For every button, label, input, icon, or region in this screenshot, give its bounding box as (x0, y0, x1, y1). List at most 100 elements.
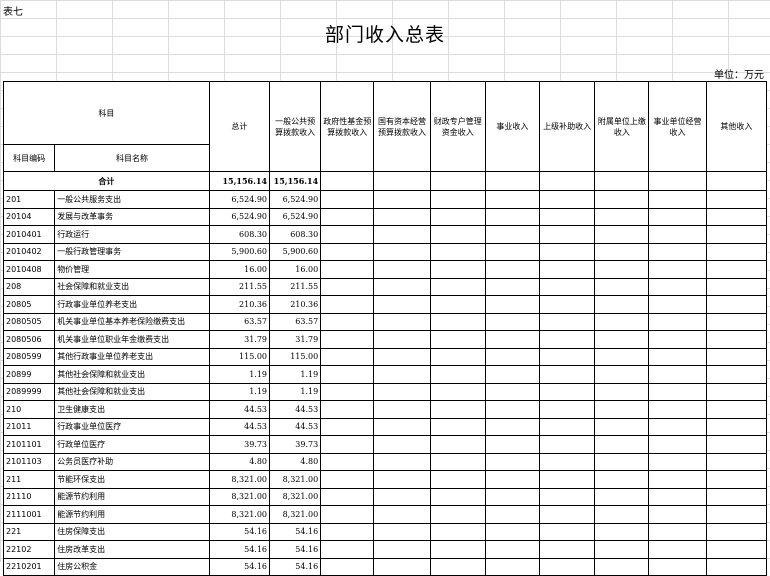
row-total: 63.57 (208, 312, 271, 331)
row-total: 4.80 (208, 452, 271, 471)
empty-cell (320, 347, 375, 366)
empty-cell (705, 190, 768, 209)
empty-cell (320, 171, 375, 191)
empty-cell (648, 312, 707, 331)
header-total: 总计 (208, 81, 271, 172)
empty-cell (320, 400, 375, 419)
empty-cell (539, 522, 596, 541)
row-total: 44.53 (208, 400, 271, 419)
table-row: 211 节能环保支出 8,321.00 8,321.00 (2, 470, 768, 489)
empty-cell (594, 190, 650, 209)
empty-cell (484, 347, 541, 366)
row-total: 8,321.00 (208, 470, 271, 489)
empty-cell (373, 260, 431, 279)
empty-cell (648, 417, 707, 436)
row-name: 卫生健康支出 (54, 400, 210, 419)
empty-cell (484, 190, 541, 209)
row-general: 31.79 (269, 330, 322, 349)
header-affiliated: 附属单位上缴收入 (594, 81, 650, 172)
empty-cell (320, 295, 375, 314)
row-total: 39.73 (208, 435, 271, 454)
empty-cell (539, 207, 596, 226)
empty-cell (539, 365, 596, 384)
empty-cell (429, 260, 486, 279)
empty-cell (429, 190, 486, 209)
empty-cell (648, 470, 707, 489)
empty-cell (429, 452, 486, 471)
row-name: 发展与改革事务 (54, 207, 210, 226)
empty-cell (648, 435, 707, 454)
empty-cell (484, 400, 541, 419)
empty-cell (594, 557, 650, 576)
empty-cell (320, 470, 375, 489)
empty-cell (373, 330, 431, 349)
empty-cell (539, 452, 596, 471)
table-row: 2101103 公务员医疗补助 4.80 4.80 (2, 452, 768, 471)
empty-cell (373, 171, 431, 191)
table-row: 2210201 住房公积金 54.16 54.16 (2, 557, 768, 576)
empty-cell (320, 365, 375, 384)
empty-cell (373, 207, 431, 226)
row-total: 1.19 (208, 365, 271, 384)
empty-cell (539, 470, 596, 489)
table-row: 210 卫生健康支出 44.53 44.53 (2, 400, 768, 419)
empty-cell (594, 277, 650, 296)
empty-cell (705, 260, 768, 279)
empty-cell (320, 505, 375, 524)
empty-cell (429, 295, 486, 314)
table-row: 22102 住房改革支出 54.16 54.16 (2, 540, 768, 559)
row-total: 5,900.60 (208, 242, 271, 261)
empty-cell (648, 277, 707, 296)
empty-cell (594, 365, 650, 384)
empty-cell (484, 382, 541, 401)
empty-cell (539, 171, 596, 191)
empty-cell (429, 417, 486, 436)
empty-cell (320, 522, 375, 541)
row-total: 608.30 (208, 225, 271, 244)
row-general: 6,524.90 (269, 190, 322, 209)
empty-cell (539, 295, 596, 314)
empty-cell (539, 225, 596, 244)
empty-cell (373, 295, 431, 314)
row-total: 6,524.90 (208, 207, 271, 226)
row-general: 44.53 (269, 400, 322, 419)
empty-cell (484, 330, 541, 349)
empty-cell (705, 242, 768, 261)
row-code: 2080506 (2, 330, 56, 349)
empty-cell (539, 540, 596, 559)
empty-cell (373, 452, 431, 471)
empty-cell (648, 452, 707, 471)
table-row: 2010402 一般行政管理事务 5,900.60 5,900.60 (2, 242, 768, 261)
empty-cell (429, 347, 486, 366)
empty-cell (594, 435, 650, 454)
empty-cell (705, 452, 768, 471)
row-name: 行政事业单位医疗 (54, 417, 210, 436)
row-code: 221 (2, 522, 56, 541)
empty-cell (648, 540, 707, 559)
table-row: 2010401 行政运行 608.30 608.30 (2, 225, 768, 244)
row-general: 39.73 (269, 435, 322, 454)
row-total: 54.16 (208, 522, 271, 541)
empty-cell (373, 505, 431, 524)
empty-cell (373, 435, 431, 454)
table-row: 21011 行政事业单位医疗 44.53 44.53 (2, 417, 768, 436)
empty-cell (539, 190, 596, 209)
row-code: 2210201 (2, 557, 56, 576)
row-code: 20104 (2, 207, 56, 226)
empty-cell (705, 365, 768, 384)
row-code: 208 (2, 277, 56, 296)
empty-cell (594, 400, 650, 419)
empty-cell (648, 190, 707, 209)
empty-cell (705, 470, 768, 489)
empty-cell (429, 365, 486, 384)
empty-cell (320, 260, 375, 279)
row-code: 21110 (2, 487, 56, 506)
empty-cell (484, 452, 541, 471)
empty-cell (429, 312, 486, 331)
row-total: 54.16 (208, 557, 271, 576)
row-general: 6,524.90 (269, 207, 322, 226)
row-general: 8,321.00 (269, 505, 322, 524)
empty-cell (705, 400, 768, 419)
header-code: 科目编码 (2, 144, 56, 172)
empty-cell (484, 207, 541, 226)
